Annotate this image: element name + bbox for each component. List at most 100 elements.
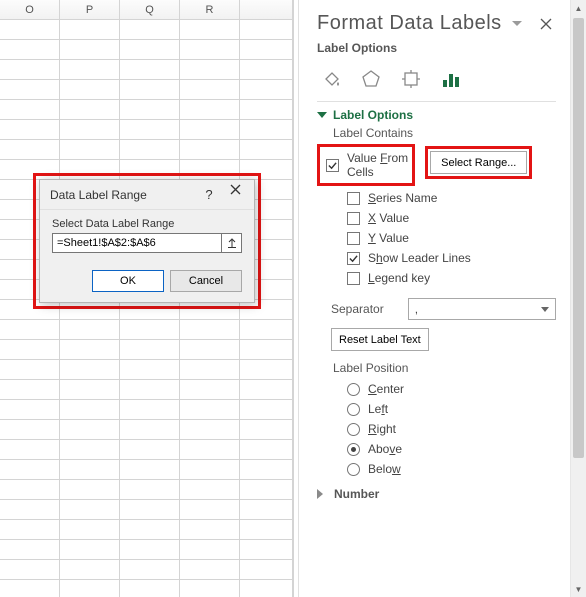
cell[interactable] <box>0 360 60 380</box>
cell[interactable] <box>240 580 293 597</box>
table-row[interactable] <box>0 40 293 60</box>
cell[interactable] <box>180 460 240 480</box>
cell[interactable] <box>120 380 180 400</box>
ok-button[interactable]: OK <box>92 270 164 292</box>
cell[interactable] <box>240 520 293 540</box>
table-row[interactable] <box>0 320 293 340</box>
cell[interactable] <box>180 60 240 80</box>
table-row[interactable] <box>0 560 293 580</box>
cell[interactable] <box>240 500 293 520</box>
radio-above[interactable]: Above <box>347 439 556 459</box>
table-row[interactable] <box>0 100 293 120</box>
cell[interactable] <box>0 560 60 580</box>
cell[interactable] <box>60 580 120 597</box>
collapse-dialog-button[interactable] <box>222 233 242 253</box>
cell[interactable] <box>0 340 60 360</box>
cell[interactable] <box>180 100 240 120</box>
check-x-value[interactable]: X Value <box>347 208 556 228</box>
table-row[interactable] <box>0 340 293 360</box>
cell[interactable] <box>0 440 60 460</box>
checkbox[interactable] <box>347 232 360 245</box>
cell[interactable] <box>60 20 120 40</box>
check-series-name[interactable]: Series Name <box>347 188 556 208</box>
cell[interactable] <box>120 400 180 420</box>
cell[interactable] <box>60 420 120 440</box>
table-row[interactable] <box>0 80 293 100</box>
cell[interactable] <box>60 360 120 380</box>
cell[interactable] <box>0 580 60 597</box>
cell[interactable] <box>240 540 293 560</box>
cell[interactable] <box>240 360 293 380</box>
cell[interactable] <box>240 80 293 100</box>
cell[interactable] <box>120 580 180 597</box>
cell[interactable] <box>120 500 180 520</box>
cell[interactable] <box>60 80 120 100</box>
cell[interactable] <box>240 400 293 420</box>
cell[interactable] <box>180 440 240 460</box>
cell[interactable] <box>120 460 180 480</box>
cell[interactable] <box>120 440 180 460</box>
cell[interactable] <box>60 520 120 540</box>
table-row[interactable] <box>0 440 293 460</box>
radio-left[interactable]: Left <box>347 399 556 419</box>
scroll-thumb[interactable] <box>573 18 584 458</box>
checkbox[interactable] <box>347 252 360 265</box>
tab-label-options[interactable] <box>439 67 463 91</box>
checkbox[interactable] <box>347 212 360 225</box>
pane-scrollbar[interactable]: ▲ ▼ <box>570 0 586 597</box>
radio-below[interactable]: Below <box>347 459 556 479</box>
cell[interactable] <box>0 80 60 100</box>
cell[interactable] <box>120 360 180 380</box>
cell[interactable] <box>120 340 180 360</box>
cell[interactable] <box>120 560 180 580</box>
cell[interactable] <box>180 400 240 420</box>
cell[interactable] <box>180 480 240 500</box>
cell[interactable] <box>120 480 180 500</box>
cell[interactable] <box>0 40 60 60</box>
cell[interactable] <box>240 40 293 60</box>
cell[interactable] <box>180 80 240 100</box>
table-row[interactable] <box>0 500 293 520</box>
radio[interactable] <box>347 403 360 416</box>
table-row[interactable] <box>0 360 293 380</box>
cell[interactable] <box>240 100 293 120</box>
cell[interactable] <box>180 380 240 400</box>
cell[interactable] <box>240 380 293 400</box>
cell[interactable] <box>0 20 60 40</box>
col-header-p[interactable]: P <box>60 0 120 19</box>
tab-size[interactable] <box>399 67 423 91</box>
check-show-leader-lines[interactable]: Show Leader Lines <box>347 248 556 268</box>
table-row[interactable] <box>0 540 293 560</box>
table-row[interactable] <box>0 580 293 597</box>
cell[interactable] <box>180 320 240 340</box>
cell[interactable] <box>120 420 180 440</box>
cell[interactable] <box>240 320 293 340</box>
radio-right[interactable]: Right <box>347 419 556 439</box>
cell[interactable] <box>60 320 120 340</box>
section-number[interactable]: Number <box>317 487 556 501</box>
cell[interactable] <box>0 540 60 560</box>
cell[interactable] <box>120 540 180 560</box>
cell[interactable] <box>60 460 120 480</box>
cell[interactable] <box>120 40 180 60</box>
cell[interactable] <box>180 20 240 40</box>
check-value-from-cells[interactable]: Value FromCells <box>326 148 408 182</box>
table-row[interactable] <box>0 400 293 420</box>
section-label-options[interactable]: Label Options <box>317 108 556 122</box>
cell[interactable] <box>120 60 180 80</box>
cell[interactable] <box>240 20 293 40</box>
table-row[interactable] <box>0 140 293 160</box>
cell[interactable] <box>120 20 180 40</box>
cancel-button[interactable]: Cancel <box>170 270 242 292</box>
cell[interactable] <box>60 480 120 500</box>
scroll-down-icon[interactable]: ▼ <box>571 581 586 597</box>
cell[interactable] <box>180 340 240 360</box>
pane-close-button[interactable] <box>536 14 556 34</box>
cell[interactable] <box>0 520 60 540</box>
cell[interactable] <box>0 460 60 480</box>
radio-center[interactable]: Center <box>347 379 556 399</box>
cell[interactable] <box>120 100 180 120</box>
check-legend-key[interactable]: Legend key <box>347 268 556 288</box>
separator-dropdown[interactable]: , <box>408 298 556 320</box>
dialog-titlebar[interactable]: Data Label Range ? <box>40 180 254 210</box>
